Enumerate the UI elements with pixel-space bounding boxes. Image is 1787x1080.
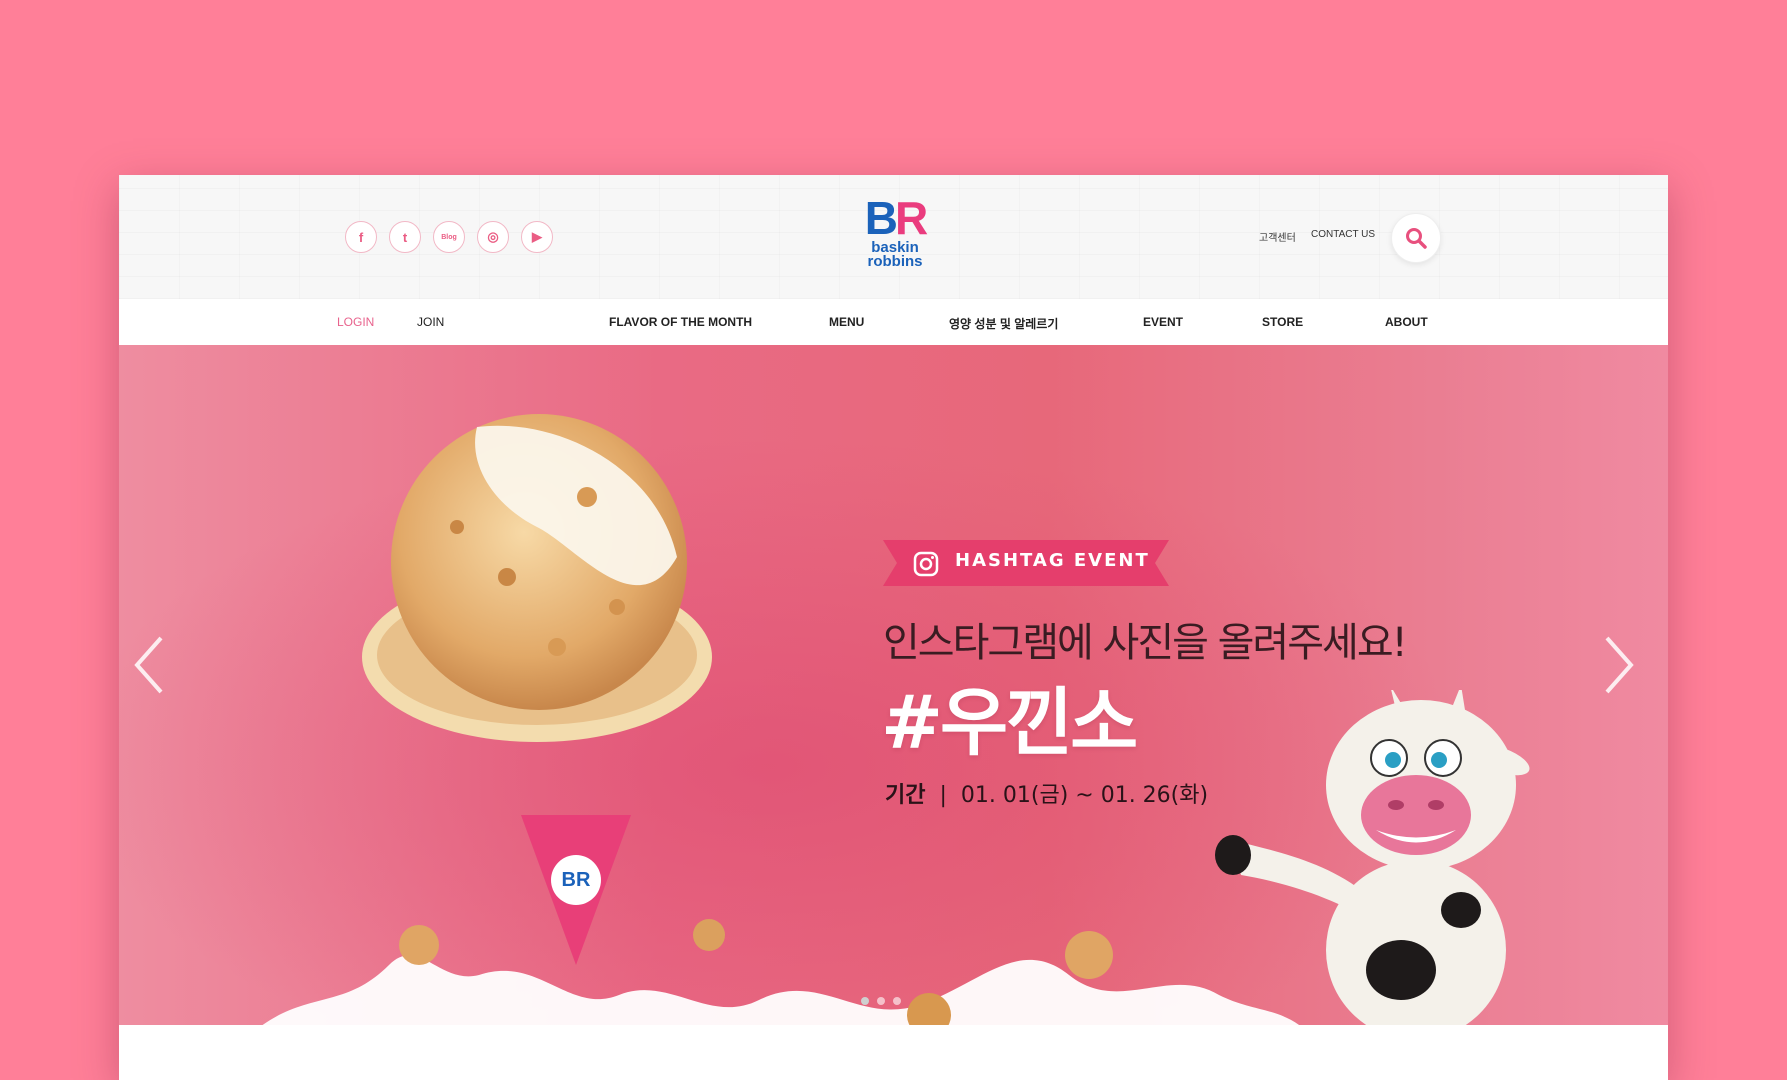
page-content-start [119, 1025, 1668, 1080]
join-link[interactable]: JOIN [417, 315, 444, 329]
youtube-icon[interactable]: ▶ [521, 221, 553, 253]
instagram-icon [913, 551, 939, 577]
slide-dot-1[interactable] [861, 997, 869, 1005]
milk-splash-image [262, 919, 1299, 1025]
slide-dot-3[interactable] [893, 997, 901, 1005]
cone-badge-text: BR [561, 868, 591, 891]
nav-menu[interactable]: MENU [829, 315, 864, 329]
instagram-icon[interactable]: ◎ [477, 221, 509, 253]
ice-cream-scoop-image [362, 414, 712, 742]
search-button[interactable] [1391, 213, 1441, 263]
customer-center-link[interactable]: 고객센터 [1259, 229, 1296, 244]
site-header: f t Blog ◎ ▶ BR baskin robbins 고객센터 CONT… [119, 175, 1668, 300]
main-nav: LOGIN JOIN FLAVOR OF THE MONTH MENU 영양 성… [119, 299, 1668, 345]
hashtag-event-label: HASHTAG EVENT [955, 550, 1150, 571]
facebook-icon[interactable]: f [345, 221, 377, 253]
twitter-icon[interactable]: t [389, 221, 421, 253]
hero-banner[interactable]: BR HASHTAG EVENT 인스타그램에 사진을 올려주세요! #우낀소 … [119, 345, 1668, 1025]
nav-flavor-of-the-month[interactable]: FLAVOR OF THE MONTH [609, 315, 752, 329]
logo-mark-r: R [895, 192, 928, 244]
search-icon [1406, 228, 1427, 249]
period-separator: | [939, 783, 947, 808]
event-period: 기간 | 01. 01(금) ~ 01. 26(화) [885, 777, 1208, 809]
logo-text-robbins: robbins [867, 253, 923, 270]
nav-nutrition-allergy[interactable]: 영양 성분 및 알레르기 [949, 315, 1058, 332]
nav-event[interactable]: EVENT [1143, 315, 1183, 329]
period-label: 기간 [885, 783, 926, 808]
logo-mark-b: B [864, 192, 898, 244]
social-links: f t Blog ◎ ▶ [345, 221, 553, 253]
cow-character-image [1215, 690, 1530, 1025]
hero-headline: 인스타그램에 사진을 올려주세요! [883, 620, 1408, 666]
period-value: 01. 01(금) ~ 01. 26(화) [960, 783, 1209, 808]
slide-dot-2[interactable] [877, 997, 885, 1005]
nav-store[interactable]: STORE [1262, 315, 1303, 329]
slide-pagination [861, 997, 901, 1005]
chevron-left-icon[interactable] [129, 630, 169, 700]
baskin-robbins-logo[interactable]: BR baskin robbins [855, 195, 935, 281]
nav-about[interactable]: ABOUT [1385, 315, 1428, 329]
chevron-right-icon[interactable] [1599, 630, 1639, 700]
browser-window: f t Blog ◎ ▶ BR baskin robbins 고객센터 CONT… [119, 175, 1668, 1080]
hero-hashtag: #우낀소 [881, 680, 1138, 766]
contact-us-link[interactable]: CONTACT US [1311, 229, 1375, 240]
login-link[interactable]: LOGIN [337, 315, 374, 329]
cone-br-badge: BR [551, 855, 601, 905]
blog-icon[interactable]: Blog [433, 221, 465, 253]
